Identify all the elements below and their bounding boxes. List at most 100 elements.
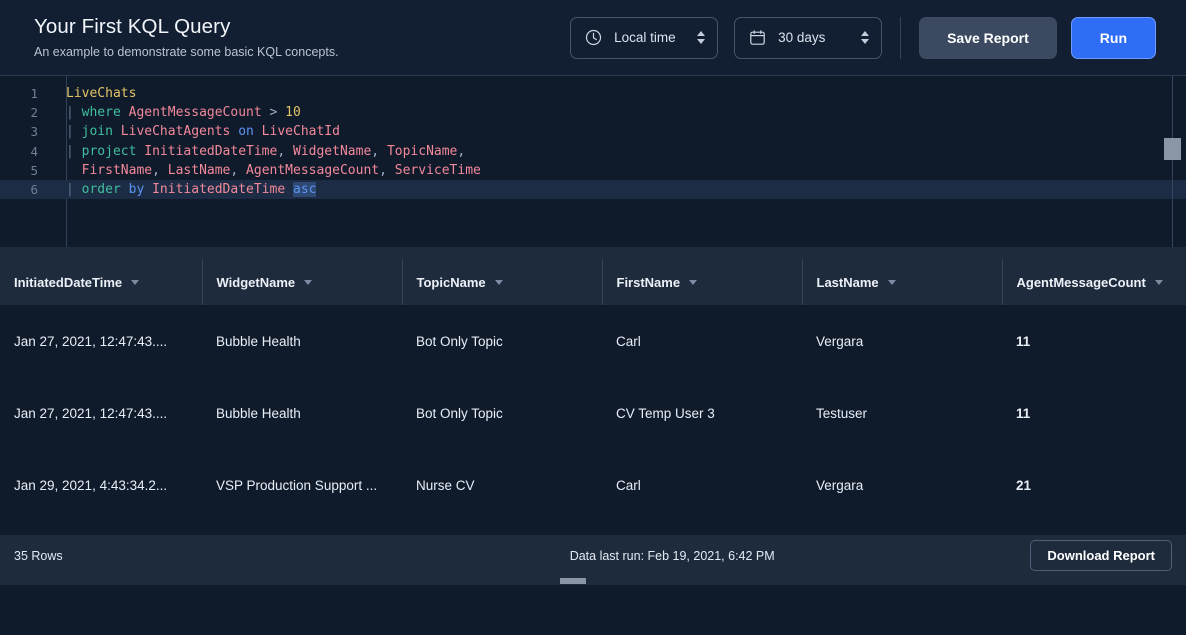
page-subtitle: An example to demonstrate some basic KQL… — [34, 44, 339, 59]
date-range-value: 30 days — [778, 30, 826, 45]
code-line[interactable]: 5 FirstName, LastName, AgentMessageCount… — [0, 161, 1186, 180]
date-range-selector[interactable]: 30 days — [734, 16, 883, 59]
kql-token-punct: , — [457, 143, 466, 159]
kql-token-keyword: project — [81, 143, 137, 159]
kql-token-keyword: where — [81, 105, 121, 121]
cell-topicname: Bot Only Topic — [416, 405, 503, 421]
kql-token-pipe: | — [66, 181, 82, 197]
code-line-text: | project InitiatedDateTime, WidgetName,… — [66, 142, 465, 161]
kql-token-punct: , — [379, 162, 395, 178]
title-block: Your First KQL Query An example to demon… — [34, 14, 339, 62]
cell-initiateddatetime: Jan 27, 2021, 12:47:43.... — [14, 333, 168, 349]
kql-token-identifier: LiveChatAgents — [112, 124, 239, 140]
kql-token-keyword: join — [81, 124, 113, 140]
run-button[interactable]: Run — [1070, 16, 1156, 59]
cell-topicname: Bot Only Topic — [416, 333, 503, 349]
line-number: 5 — [30, 162, 38, 178]
chevron-down-icon[interactable] — [494, 279, 503, 285]
code-line-active[interactable]: 6 | order by InitiatedDateTime asc — [0, 179, 1186, 200]
column-header-label: InitiatedDateTime — [14, 274, 123, 290]
kql-token-identifier: TopicName — [386, 143, 458, 159]
cell-initiateddatetime: Jan 29, 2021, 4:43:34.2... — [14, 477, 168, 493]
timezone-value: Local time — [614, 30, 676, 45]
column-header-label: FirstName — [616, 274, 681, 290]
page-header: Your First KQL Query An example to demon… — [0, 0, 1186, 76]
kql-token-subkeyword: on — [238, 124, 254, 140]
kql-token-punct: , — [277, 143, 293, 159]
cell-lastname: Vergara — [816, 477, 864, 493]
line-number: 3 — [30, 124, 38, 140]
column-header-lastname[interactable]: LastName — [802, 259, 1003, 305]
code-line[interactable]: 3 | join LiveChatAgents on LiveChatId — [0, 122, 1186, 141]
editor-scrollbar-thumb[interactable] — [1164, 138, 1181, 160]
last-run-label: Data last run: Feb 19, 2021, 6:42 PM — [569, 548, 775, 563]
cell-initiateddatetime: Jan 27, 2021, 12:47:43.... — [14, 405, 168, 421]
column-header-label: AgentMessageCount — [1016, 274, 1146, 290]
chevron-down-icon[interactable] — [304, 279, 313, 285]
cell-lastname: Vergara — [816, 333, 864, 349]
kql-token-identifier: LiveChatId — [253, 124, 340, 140]
save-report-button[interactable]: Save Report — [919, 16, 1057, 59]
kql-token-punct: , — [371, 143, 387, 159]
cell-firstname: CV Temp User 3 — [616, 405, 715, 421]
kql-editor[interactable]: 1 LiveChats 2 | where AgentMessageCount … — [0, 76, 1186, 247]
kql-token-number: 10 — [285, 105, 301, 121]
date-range-stepper-icon[interactable] — [861, 31, 870, 44]
table-header-row: InitiatedDateTime WidgetName TopicName F… — [0, 259, 1186, 305]
column-header-firstname[interactable]: FirstName — [602, 259, 803, 305]
code-line-text: | order by InitiatedDateTime asc — [66, 180, 317, 199]
kql-token-identifier: InitiatedDateTime — [136, 143, 278, 159]
kql-token-identifier: WidgetName — [293, 143, 372, 159]
cell-agentmessagecount: 11 — [1016, 405, 1031, 421]
table-row[interactable]: Jan 27, 2021, 12:47:43.... Bubble Health… — [0, 377, 1186, 449]
kql-token-identifier: ServiceTime — [394, 162, 481, 178]
clock-icon — [585, 29, 602, 46]
code-line[interactable]: 2 | where AgentMessageCount > 10 — [0, 103, 1186, 122]
kql-token-selected: asc — [293, 181, 317, 197]
editor-scrollbar-track[interactable] — [1172, 76, 1173, 247]
column-header-label: WidgetName — [216, 274, 296, 290]
row-count-label: 35 Rows — [14, 548, 63, 563]
download-report-button[interactable]: Download Report — [1030, 540, 1172, 571]
kql-token-operator: > — [269, 105, 286, 121]
horizontal-scrollbar-thumb[interactable] — [560, 578, 586, 584]
header-divider — [900, 16, 902, 59]
chevron-down-icon[interactable] — [131, 279, 140, 285]
table-row[interactable]: Jan 27, 2021, 12:47:43.... Bubble Health… — [0, 305, 1186, 377]
code-line[interactable]: 1 LiveChats — [0, 84, 1186, 103]
code-line[interactable]: 4 | project InitiatedDateTime, WidgetNam… — [0, 142, 1186, 161]
calendar-icon — [749, 29, 766, 46]
kql-token-identifier: LastName — [167, 162, 231, 178]
cell-firstname: Carl — [616, 333, 641, 349]
kql-token-identifier: FirstName — [81, 162, 153, 178]
line-number: 4 — [30, 143, 38, 159]
kql-token-pipe: | — [66, 124, 82, 140]
column-header-label: TopicName — [416, 274, 486, 290]
code-line-text: | join LiveChatAgents on LiveChatId — [66, 122, 340, 141]
timezone-selector[interactable]: Local time — [570, 16, 719, 59]
table-row[interactable]: Jan 29, 2021, 4:43:34.2... VSP Productio… — [0, 449, 1186, 521]
table-header: InitiatedDateTime WidgetName TopicName F… — [0, 259, 1186, 305]
line-number: 6 — [30, 181, 38, 197]
chevron-down-icon[interactable] — [887, 279, 896, 285]
cell-agentmessagecount: 21 — [1016, 477, 1032, 493]
column-header-label: LastName — [816, 274, 879, 290]
code-area[interactable]: 1 LiveChats 2 | where AgentMessageCount … — [0, 76, 1186, 200]
kql-token-punct: , — [152, 162, 168, 178]
code-line-text: | where AgentMessageCount > 10 — [66, 103, 301, 122]
column-header-widgetname[interactable]: WidgetName — [202, 259, 403, 305]
kql-token-table: LiveChats — [66, 86, 137, 101]
column-header-agentmessagecount[interactable]: AgentMessageCount — [1002, 259, 1186, 305]
kql-token-subkeyword: by — [120, 181, 145, 197]
chevron-down-icon[interactable] — [1154, 279, 1163, 285]
column-header-topicname[interactable]: TopicName — [402, 259, 603, 305]
cell-topicname: Nurse CV — [416, 477, 475, 493]
chevron-down-icon[interactable] — [689, 279, 698, 285]
cell-widgetname: Bubble Health — [216, 405, 301, 421]
column-header-initiateddatetime[interactable]: InitiatedDateTime — [0, 259, 203, 305]
line-number: 2 — [30, 105, 38, 121]
cell-firstname: Carl — [616, 477, 641, 493]
timezone-stepper-icon[interactable] — [697, 31, 706, 44]
kql-token-keyword: order — [81, 181, 121, 197]
horizontal-scrollbar-track[interactable] — [0, 576, 1186, 585]
